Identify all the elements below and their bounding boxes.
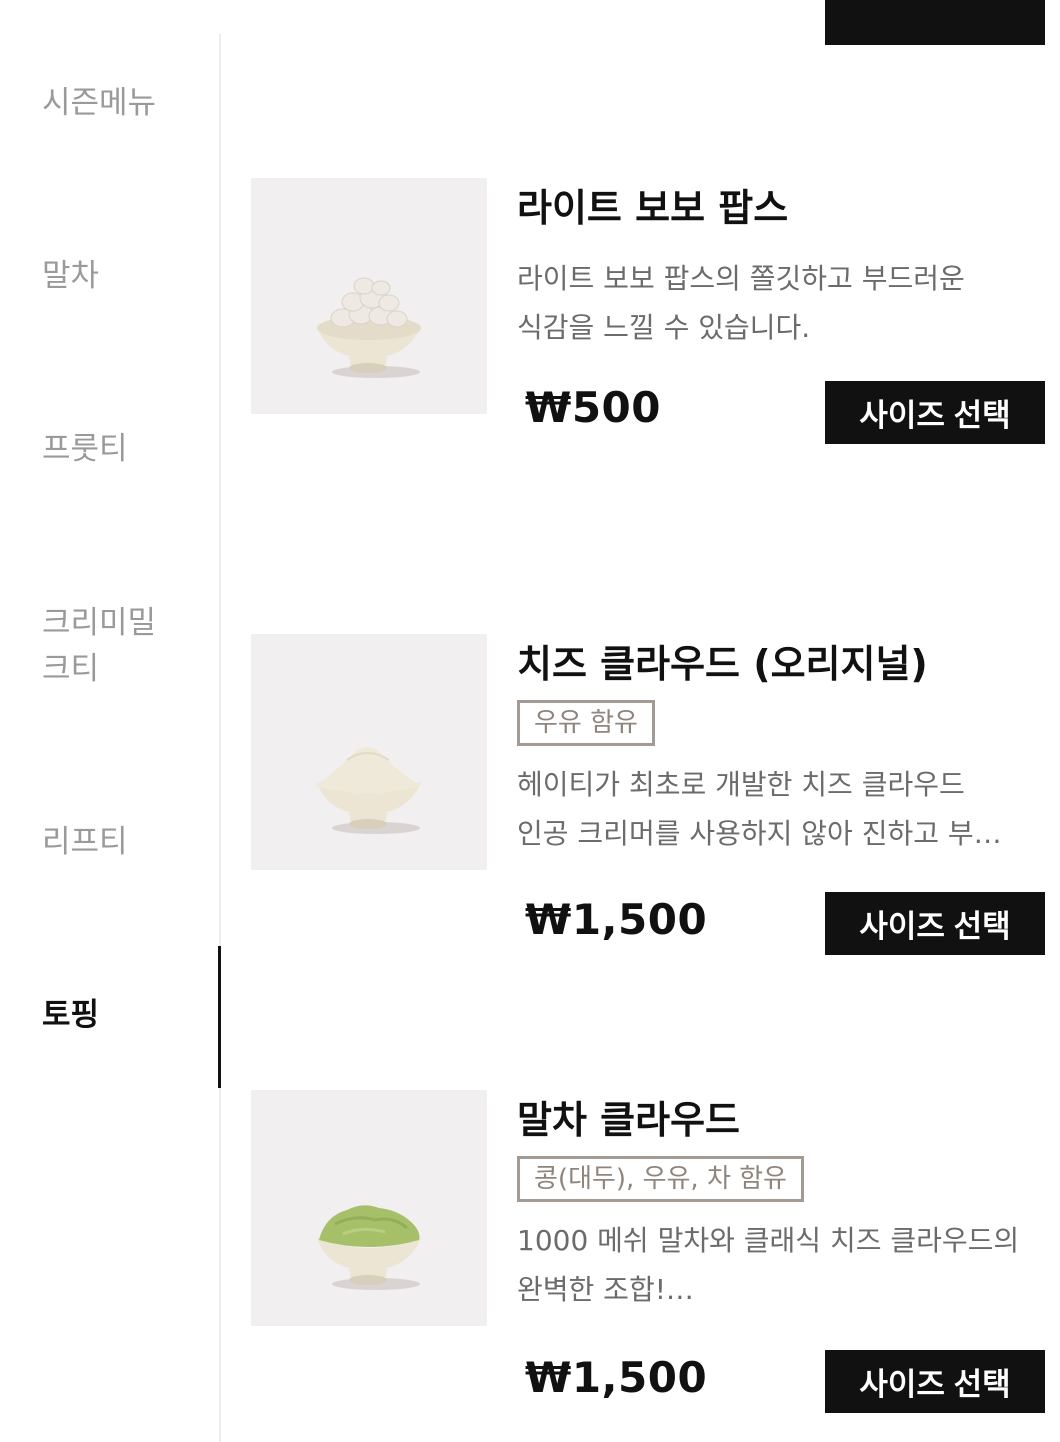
sidebar-item-creamy-milk-tea[interactable]: 크리미밀 크티 [42,600,212,692]
sidebar-item-fruit-tea[interactable]: 프룻티 [42,426,212,472]
product-description: 헤이티가 최초로 개발한 치즈 클라우드 인공 크리머를 사용하지 않아 진하고… [517,760,1047,858]
description-line: 완벽한 조합!… [517,1273,694,1306]
menu-page: 시즌메뉴 말차 프룻티 크리미밀 크티 리프티 토핑 라이트 보보 팝스 라이트… [0,0,1060,1442]
description-line: 1000 메쉬 말차와 클래식 치즈 클라우드의 [517,1224,1020,1257]
product-description: 라이트 보보 팝스의 쫄깃하고 부드러운 식감을 느낄 수 있습니다. [517,254,1047,352]
product-price: ₩1,500 [525,1353,708,1402]
product-description: 1000 메쉬 말차와 클래식 치즈 클라우드의 완벽한 조합!… [517,1216,1047,1314]
description-line: 라이트 보보 팝스의 쫄깃하고 부드러운 [517,262,965,295]
product-info: 라이트 보보 팝스 라이트 보보 팝스의 쫄깃하고 부드러운 식감을 느낄 수 … [517,178,1057,444]
allergen-badge: 콩(대두), 우유, 차 함유 [517,1156,804,1202]
select-size-button[interactable]: 사이즈 선택 [825,892,1045,955]
product-name: 치즈 클라우드 (오리지널) [517,642,928,686]
allergen-badge: 우유 함유 [517,700,655,746]
category-sidebar: 시즌메뉴 말차 프룻티 크리미밀 크티 리프티 토핑 [0,0,222,1442]
product-name: 라이트 보보 팝스 [517,186,789,230]
description-line: 인공 크리머를 사용하지 않아 진하고 부… [517,817,1002,850]
cheese-cloud-image[interactable] [251,634,487,870]
light-bobo-pops-image[interactable] [251,178,487,414]
sidebar-item-topping[interactable]: 토핑 [42,992,212,1038]
product-price: ₩1,500 [525,895,708,944]
select-size-button[interactable]: 사이즈 선택 [825,1350,1045,1413]
sidebar-item-season[interactable]: 시즌메뉴 [42,80,212,126]
matcha-cloud-image[interactable] [251,1090,487,1326]
select-size-button[interactable]: 사이즈 선택 [825,381,1045,444]
description-line: 헤이티가 최초로 개발한 치즈 클라우드 [517,768,965,801]
previous-size-button[interactable] [825,0,1045,45]
sidebar-divider [219,34,221,1442]
product-info: 치즈 클라우드 (오리지널) 우유 함유 헤이티가 최초로 개발한 치즈 클라우… [517,634,1057,955]
description-line: 식감을 느낄 수 있습니다. [517,311,811,344]
sidebar-active-indicator [218,946,221,1088]
product-info: 말차 클라우드 콩(대두), 우유, 차 함유 1000 메쉬 말차와 클래식 … [517,1090,1057,1413]
sidebar-item-leaf-tea[interactable]: 리프티 [42,819,212,865]
product-name: 말차 클라우드 [517,1098,740,1142]
product-price: ₩500 [525,383,661,432]
sidebar-item-matcha[interactable]: 말차 [42,253,212,299]
